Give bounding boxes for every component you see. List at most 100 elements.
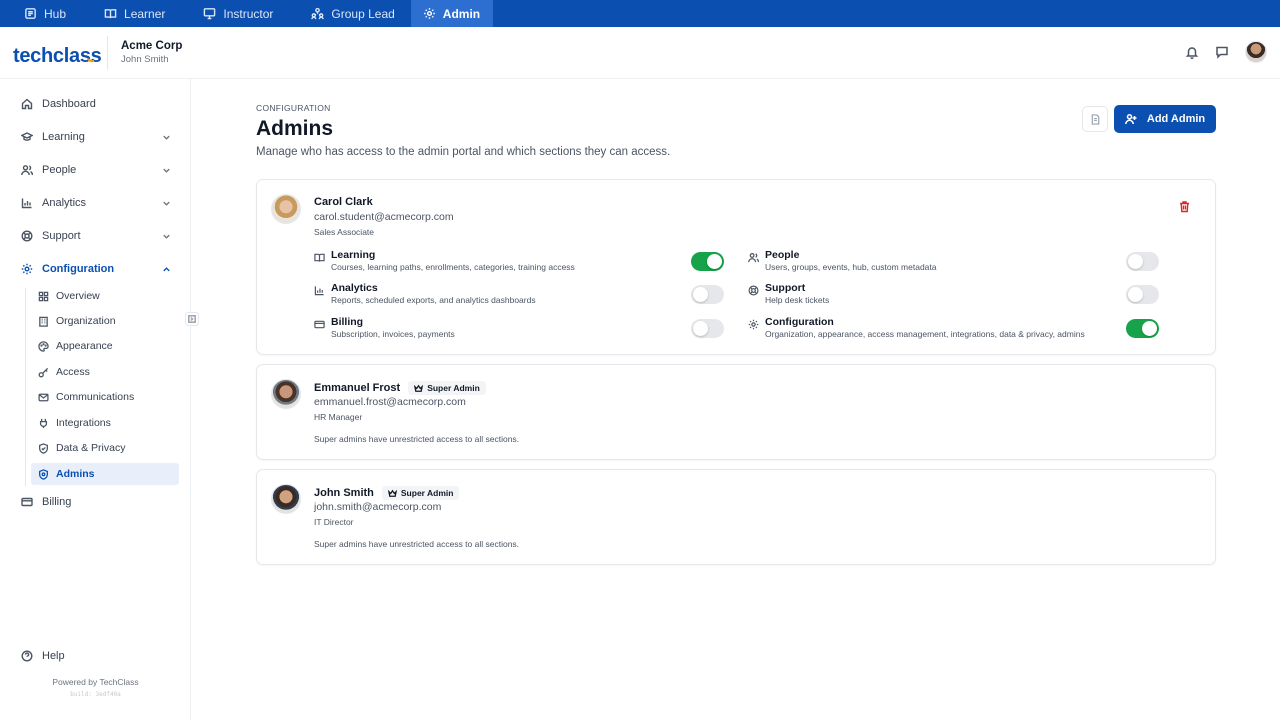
help-label: Help	[42, 650, 65, 662]
user-plus-icon	[1124, 114, 1137, 125]
chat-icon[interactable]	[1215, 45, 1229, 59]
sidebar-subitem-label: Integrations	[56, 417, 111, 429]
permission-title: People	[765, 249, 800, 261]
gear-icon	[423, 8, 435, 19]
admin-name-row: John Smith Super Admin	[314, 486, 460, 500]
admin-name-row: Carol Clark	[314, 196, 373, 208]
tab-hub[interactable]: Hub	[0, 0, 80, 27]
toggle-billing[interactable]	[691, 319, 724, 338]
grid-icon	[38, 291, 49, 301]
user-avatar[interactable]	[1245, 41, 1267, 63]
sidebar-subitem-overview[interactable]: Overview	[31, 285, 179, 307]
tab-instructor[interactable]: Instructor	[179, 0, 287, 27]
sidebar-subitem-label: Access	[56, 366, 90, 378]
sidebar-item-learning[interactable]: Learning	[21, 128, 171, 146]
admin-name: Emmanuel Frost	[314, 382, 401, 394]
sidebar-collapse-button[interactable]	[185, 312, 199, 326]
sidebar-item-analytics[interactable]: Analytics	[21, 194, 171, 212]
sidebar-item-label: Dashboard	[42, 98, 96, 110]
sidebar-item-label: Support	[42, 230, 81, 242]
permission-people: People Users, groups, events, hub, custom…	[748, 249, 937, 272]
admin-email: carol.student@acmecorp.com	[314, 211, 454, 223]
permission-learning: Learning Courses, learning paths, enrollm…	[314, 249, 575, 272]
logo-arc-icon	[87, 57, 94, 62]
sidebar-subitem-label: Admins	[56, 468, 95, 480]
tab-admin-label: Admin	[442, 6, 481, 21]
book-icon	[104, 9, 117, 19]
tab-admin[interactable]: Admin	[410, 0, 494, 27]
permission-configuration: Configuration Organization, appearance, a…	[748, 316, 1085, 339]
admin-name-row: Emmanuel Frost Super Admin	[314, 381, 486, 395]
toggle-configuration[interactable]	[1126, 319, 1159, 338]
badge-label: Super Admin	[400, 488, 454, 498]
permission-analytics: Analytics Reports, scheduled exports, and…	[314, 282, 536, 305]
hub-icon	[25, 8, 36, 19]
super-admin-note: Super admins have unrestricted access to…	[314, 539, 520, 549]
permission-desc: Reports, scheduled exports, and analytic…	[331, 295, 536, 305]
credit-card-icon	[314, 320, 325, 329]
building-icon	[39, 316, 48, 327]
sidebar-subitem-admins[interactable]: Admins	[31, 463, 179, 485]
page-title: Admins	[256, 117, 334, 140]
toggle-people[interactable]	[1126, 252, 1159, 271]
admin-email: emmanuel.frost@acmecorp.com	[314, 396, 466, 408]
avatar	[271, 484, 301, 514]
add-admin-button[interactable]: Add Admin	[1114, 105, 1216, 133]
admin-card: John Smith Super Admin john.smith@acmeco…	[256, 469, 1216, 565]
permission-desc: Courses, learning paths, enrollments, ca…	[331, 262, 575, 272]
permission-title: Configuration	[765, 316, 834, 328]
sidebar-item-billing[interactable]: Billing	[21, 493, 171, 511]
sidebar-item-people[interactable]: People	[21, 161, 171, 179]
sidebar-subitem-access[interactable]: Access	[31, 361, 179, 383]
toggle-analytics[interactable]	[691, 285, 724, 304]
super-admin-badge: Super Admin	[408, 381, 486, 395]
tab-learner-label: Learner	[124, 6, 166, 21]
sidebar-item-support[interactable]: Support	[21, 227, 171, 245]
trash-icon	[1180, 201, 1189, 213]
tab-hub-label: Hub	[44, 6, 67, 21]
admin-role: IT Director	[314, 517, 354, 527]
org-switcher[interactable]: Acme Corp John Smith	[107, 35, 182, 70]
sidebar-item-dashboard[interactable]: Dashboard	[21, 95, 171, 113]
docs-button[interactable]	[1082, 106, 1108, 132]
sidebar-item-label: Configuration	[42, 263, 115, 275]
add-admin-label: Add Admin	[1146, 113, 1206, 125]
tab-group-lead-label: Group Lead	[331, 6, 395, 21]
admin-name: Carol Clark	[314, 196, 373, 208]
chevron-down-icon	[163, 168, 170, 173]
admin-card: Emmanuel Frost Super Admin emmanuel.fros…	[256, 364, 1216, 460]
permission-support: Support Help desk tickets	[748, 282, 829, 305]
tab-learner[interactable]: Learner	[80, 0, 179, 27]
toggle-learning[interactable]	[691, 252, 724, 271]
bar-chart-icon	[21, 198, 32, 209]
toggle-support[interactable]	[1126, 285, 1159, 304]
gear-icon	[748, 319, 759, 330]
chevron-down-icon	[163, 234, 170, 239]
header-actions	[1185, 41, 1267, 63]
tab-instructor-label: Instructor	[223, 6, 274, 21]
help-link[interactable]: Help	[21, 650, 65, 662]
delete-admin-button[interactable]	[1178, 200, 1191, 213]
graduation-cap-icon	[21, 132, 33, 141]
document-icon	[1091, 113, 1099, 125]
permission-title: Support	[765, 282, 806, 294]
sidebar-subitem-data-privacy[interactable]: Data & Privacy	[31, 437, 179, 459]
bar-chart-icon	[314, 286, 324, 296]
sidebar-subitem-communications[interactable]: Communications	[31, 386, 179, 408]
sidebar-subitem-integrations[interactable]: Integrations	[31, 412, 179, 434]
tab-group-lead[interactable]: Group Lead	[287, 0, 408, 27]
sidebar-subitem-label: Organization	[56, 315, 116, 327]
sidebar-subitem-organization[interactable]: Organization	[31, 310, 179, 332]
techclass-logo[interactable]: techclass	[0, 38, 107, 68]
app-header: techclass Acme Corp John Smith	[0, 27, 1280, 79]
breadcrumb: CONFIGURATION	[256, 103, 331, 113]
sidebar-subitem-appearance[interactable]: Appearance	[31, 335, 179, 357]
palette-icon	[38, 340, 49, 352]
permission-billing: Billing Subscription, invoices, payments	[314, 316, 455, 339]
page-description: Manage who has access to the admin porta…	[256, 146, 671, 158]
sidebar-item-configuration[interactable]: Configuration	[21, 260, 171, 278]
build-version: build: 3edf40a	[70, 691, 121, 698]
bell-icon[interactable]	[1185, 45, 1199, 59]
lifebuoy-icon	[21, 230, 33, 242]
permission-desc: Users, groups, events, hub, custom metad…	[765, 262, 937, 272]
